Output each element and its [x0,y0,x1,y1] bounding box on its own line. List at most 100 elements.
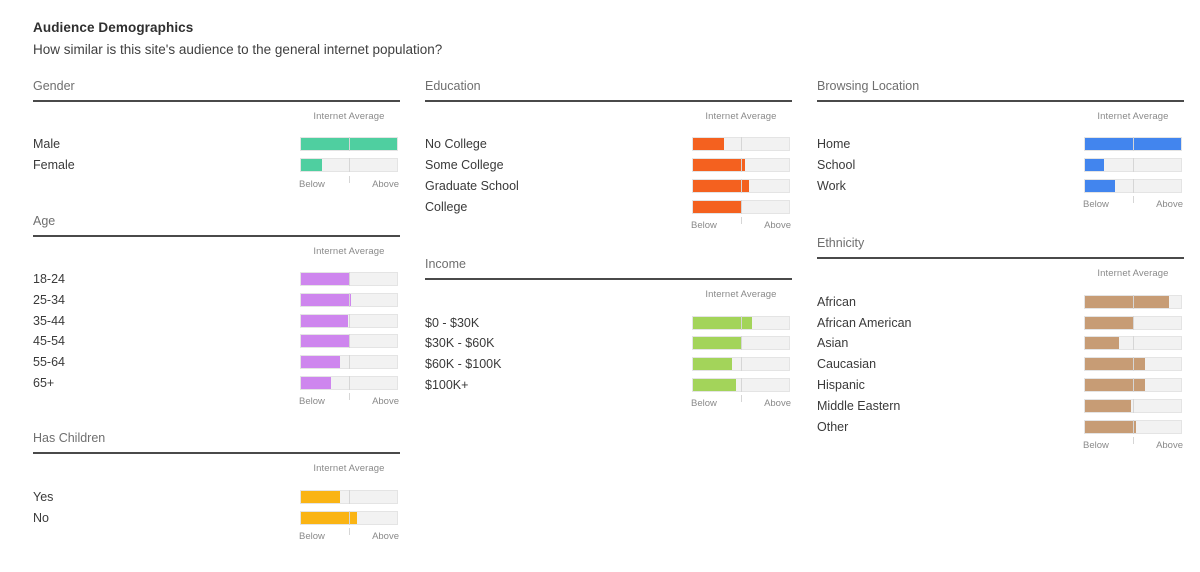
table-row[interactable]: 65+ [33,373,400,394]
internet-average-midline [1133,398,1134,413]
table-row[interactable]: 25-34 [33,289,400,310]
internet-average-midline [1133,178,1134,193]
table-row[interactable]: 55-64 [33,352,400,373]
row-label: Home [817,137,851,152]
bar-rows: Yes No [33,463,400,528]
bar-track [300,292,398,307]
bar-track [692,315,790,330]
table-row[interactable]: Graduate School [425,176,792,197]
table-row[interactable]: School [817,155,1184,176]
internet-average-midline [1133,336,1134,351]
table-row[interactable]: Some College [425,155,792,176]
axis-label-above: Above [372,178,399,190]
bar-fill [301,490,341,503]
table-row[interactable]: Work [817,176,1184,197]
row-label: Graduate School [425,178,519,193]
axis-label-above: Above [1156,439,1183,451]
bar-track [692,377,790,392]
panel-income: Income Internet Average $0 - $30K $30K - $6… [425,257,792,411]
axis-footer: Below Above [299,393,399,409]
table-row[interactable]: Female [33,155,400,176]
row-label: $100K+ [425,377,469,392]
internet-average-midline [1133,294,1134,309]
panel-body-education: Internet Average No College Some College Gr… [425,102,792,233]
axis-label-below: Below [299,396,325,408]
table-row[interactable]: No College [425,134,792,155]
bar-track [692,158,790,173]
table-row[interactable]: African American [817,312,1184,333]
row-label: Caucasian [817,357,877,372]
bar-track [692,137,790,152]
bar-fill [1085,337,1119,350]
table-row[interactable]: $100K+ [425,375,792,396]
internet-average-midline [741,315,742,330]
bar-fill [1085,179,1115,192]
table-row[interactable]: College [425,196,792,217]
internet-average-midline [349,355,350,370]
axis-center-tick [349,393,350,401]
bar-fill [1085,159,1105,172]
internet-average-midline [1133,315,1134,330]
row-label: Work [817,178,846,193]
bar-rows: No College Some College Graduate School Col… [425,111,792,217]
panel-body-ethnicity: Internet Average African African American A… [817,259,1184,453]
table-row[interactable]: $60K - $100K [425,354,792,375]
bar-fill [693,159,745,172]
axis-footer: Below Above [691,217,791,233]
bar-fill [693,378,737,391]
panel-gender: Gender Internet Average Male Female Below Abo… [33,79,400,192]
bar-track [300,489,398,504]
internet-average-midline [349,334,350,349]
bar-track [1084,158,1182,173]
row-label: African [817,294,856,309]
internet-average-midline [741,377,742,392]
table-row[interactable]: African [817,291,1184,312]
panel-age: Age Internet Average 18-24 25-34 35-44 45-54 5… [33,214,400,410]
panel-title-education: Education [425,79,481,93]
table-row[interactable]: $30K - $60K [425,333,792,354]
bar-track [692,357,790,372]
bar-rows: Home School Work [817,111,1184,196]
axis-label-above: Above [1156,199,1183,211]
row-label: Hispanic [817,377,865,392]
bar-fill [301,314,349,327]
row-label: $30K - $60K [425,336,495,351]
bar-fill [693,337,742,350]
column-left: Gender Internet Average Male Female Below Abo… [33,79,400,544]
row-label: 55-64 [33,355,65,370]
internet-average-midline [349,313,350,328]
bar-track [300,137,398,152]
table-row[interactable]: Yes [33,486,400,507]
bar-fill [301,335,350,348]
panel-body-age: Internet Average 18-24 25-34 35-44 45-54 55-6… [33,237,400,410]
table-row[interactable]: Other [817,416,1184,437]
panel-title-gender: Gender [33,79,75,93]
bar-track [300,510,398,525]
table-row[interactable]: 18-24 [33,269,400,290]
bar-fill [1085,420,1136,433]
bar-rows: 18-24 25-34 35-44 45-54 55-64 65+ [33,246,400,394]
axis-label-below: Below [1083,439,1109,451]
panel-title-income: Income [425,257,466,272]
table-row[interactable]: 35-44 [33,310,400,331]
table-row[interactable]: Asian [817,333,1184,354]
table-row[interactable]: 45-54 [33,331,400,352]
panel-body-gender: Internet Average Male Female Below Above [33,102,400,192]
row-label: Middle Eastern [817,398,901,413]
row-label: Other [817,419,849,434]
table-row[interactable]: No [33,507,400,528]
axis-center-tick [349,175,350,183]
table-row[interactable]: Caucasian [817,354,1184,375]
panel-title-age: Age [33,213,56,228]
table-row[interactable]: Home [817,134,1184,155]
axis-footer: Below Above [299,175,399,192]
bar-track [300,375,398,390]
table-row[interactable]: Middle Eastern [817,395,1184,416]
table-row[interactable]: $0 - $30K [425,312,792,333]
table-row[interactable]: Male [33,134,400,155]
table-row[interactable]: Hispanic [817,375,1184,396]
bar-track [300,334,398,349]
bar-fill [693,316,752,329]
